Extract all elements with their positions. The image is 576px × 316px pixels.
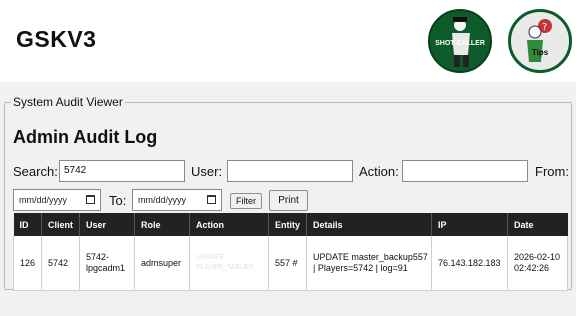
to-date-placeholder: mm/dd/yyyy — [138, 195, 187, 205]
svg-text:?: ? — [542, 22, 547, 33]
column-header-date[interactable]: Date — [507, 213, 568, 236]
search-input[interactable]: 5742 — [59, 160, 185, 182]
page-title: Admin Audit Log — [13, 127, 158, 147]
viewer-legend: System Audit Viewer — [13, 95, 123, 109]
column-header-id[interactable]: ID — [13, 213, 42, 236]
shot-caller-caption: SHOT CALLER — [435, 40, 485, 47]
from-label: From: — [535, 164, 569, 179]
table-row[interactable]: 126 5742 5742-lpgcadm1 admsuper UPDATE P… — [13, 236, 568, 291]
cell-ip: 76.143.182.183 — [431, 236, 508, 291]
user-label: User: — [191, 164, 223, 179]
shot-caller-logo[interactable]: SHOT CALLER — [428, 9, 492, 73]
to-label: To: — [109, 193, 127, 208]
cell-date: 2026-02-10 02:42:26 — [507, 236, 568, 291]
calendar-icon[interactable] — [207, 195, 216, 204]
user-input[interactable] — [227, 160, 353, 182]
tips-logo[interactable]: ? Tips — [508, 9, 572, 73]
cell-user: 5742-lpgcadm1 — [79, 236, 135, 291]
filter-button[interactable]: Filter — [230, 193, 262, 209]
column-header-user[interactable]: User — [79, 213, 135, 236]
cell-action: UPDATE PLAYER_TABLES — [189, 236, 269, 291]
cell-id: 126 — [13, 236, 42, 291]
column-header-ip[interactable]: IP — [431, 213, 508, 236]
column-header-details[interactable]: Details — [306, 213, 432, 236]
cell-entity: 557 # — [268, 236, 307, 291]
audit-table: ID Client User Role Action Entity Detail… — [13, 213, 568, 291]
table-header-row: ID Client User Role Action Entity Detail… — [13, 213, 568, 236]
from-date-input[interactable]: mm/dd/yyyy — [13, 189, 101, 211]
column-header-role[interactable]: Role — [134, 213, 190, 236]
search-label: Search: — [13, 164, 58, 179]
to-date-input[interactable]: mm/dd/yyyy — [132, 189, 222, 211]
calendar-icon[interactable] — [86, 195, 95, 204]
column-header-action[interactable]: Action — [189, 213, 269, 236]
tips-figure-icon: ? — [527, 19, 552, 62]
action-label: Action: — [359, 164, 399, 179]
tips-caption: Tips — [531, 48, 549, 57]
action-input[interactable] — [402, 160, 528, 182]
app-title: GSKV3 — [16, 26, 97, 52]
cell-details: UPDATE master_backup557 | Players=5742 |… — [306, 236, 432, 291]
action-badge: UPDATE PLAYER_TABLES — [196, 254, 254, 271]
from-date-placeholder: mm/dd/yyyy — [19, 195, 68, 205]
print-button[interactable]: Print — [269, 190, 308, 211]
cell-client: 5742 — [41, 236, 80, 291]
column-header-client[interactable]: Client — [41, 213, 80, 236]
app-header: GSKV3 SHOT CALLER ? Tips — [0, 0, 576, 82]
cell-role: admsuper — [134, 236, 190, 291]
column-header-entity[interactable]: Entity — [268, 213, 307, 236]
